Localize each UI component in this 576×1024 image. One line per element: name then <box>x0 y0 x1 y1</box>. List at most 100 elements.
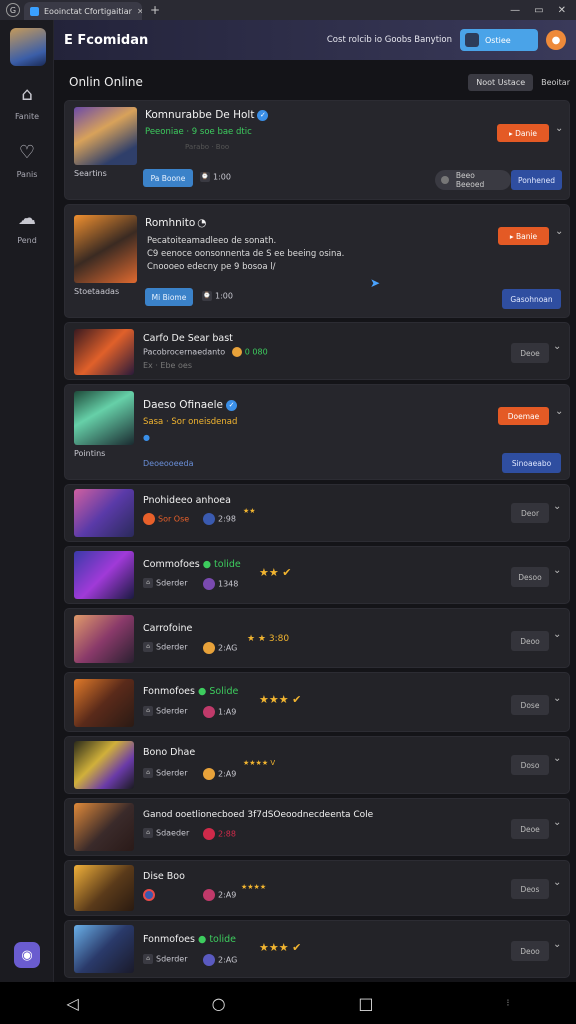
browser-menu-icon[interactable]: G <box>6 3 20 17</box>
status-badge[interactable]: Dose <box>511 695 549 715</box>
left-text: Sderder <box>156 768 188 778</box>
browser-tab[interactable]: Eooinctat Cfortigaitiar ✕ <box>24 2 142 20</box>
list-item[interactable]: Fonmofoes ● tolide ⌂ Sderder 2:AG ★★★ ✔ D… <box>64 920 570 978</box>
chevron-down-icon[interactable]: ⌄ <box>553 817 561 828</box>
join-button[interactable]: Doemae <box>498 407 549 425</box>
lock-icon: ⌂ <box>143 828 153 838</box>
chevron-down-icon[interactable]: ⌄ <box>553 753 561 764</box>
user-icon <box>143 889 155 901</box>
details-button[interactable]: Ponhened <box>511 170 562 190</box>
home-icon: ⌂ <box>21 84 33 105</box>
right-text: 2:88 <box>218 829 236 839</box>
status-badge[interactable]: Deoo <box>511 941 549 961</box>
details-button[interactable]: Gasohnoan <box>502 289 561 309</box>
tab-favicon-icon <box>30 6 39 16</box>
minimize-button[interactable]: — <box>510 5 520 16</box>
list-item[interactable]: Bono Dhae ⌂ Sderder 2:A9 ★★★★ V Doso ⌄ <box>64 736 570 794</box>
list-item[interactable]: Dise Boo 2:A9 ★★★★ Deos ⌄ <box>64 860 570 916</box>
join-button[interactable]: ▸ Danie <box>497 124 549 142</box>
rating-stars: ★★ <box>243 507 256 515</box>
android-nav-bar: ◁ ○ □ ⁝ <box>0 982 576 1024</box>
card-title: Fonmofoes ● tolide <box>143 934 236 945</box>
card-title: Carfo De Sear bast <box>143 333 233 344</box>
game-thumbnail <box>74 329 134 375</box>
status-badge[interactable]: Deoe <box>511 343 549 363</box>
featured-card[interactable]: Komnurabbe De Holt ✓ Peeoniae · 9 soe bae… <box>64 100 570 200</box>
chevron-down-icon[interactable]: ⌄ <box>553 341 561 352</box>
sidebar-item-favorites[interactable]: ♡ Panis <box>0 142 54 179</box>
coin-icon <box>203 768 215 780</box>
game-thumbnail <box>74 615 134 663</box>
list-item[interactable]: Fonmofoes ● Solide ⌂ Sderder 1:A9 ★★★ ✔ D… <box>64 672 570 732</box>
chevron-down-icon[interactable]: ⌄ <box>555 406 563 417</box>
card-title-text: Romhnito <box>145 217 196 229</box>
play-button[interactable]: Pa Boone <box>143 169 193 187</box>
list-item[interactable]: Ganod ooetlionecboed 3f7dSOeoodnecdeenta… <box>64 798 570 856</box>
chevron-down-icon[interactable]: ⌄ <box>553 877 561 888</box>
chevron-down-icon[interactable]: ⌄ <box>553 939 561 950</box>
right-text: 1348 <box>218 579 239 589</box>
featured-card[interactable]: Daeso Ofinaele ✓ Sasa · Sor oneisdenad ● … <box>64 384 570 480</box>
card-link[interactable]: Deoeooeeda <box>143 459 194 468</box>
chevron-down-icon[interactable]: ⌄ <box>553 501 561 512</box>
recents-button[interactable]: □ <box>358 994 373 1013</box>
list-item[interactable]: Pnohideeo anhoea Sor Ose 2:98 ★★ Deor ⌄ <box>64 484 570 542</box>
home-button[interactable]: ○ <box>212 994 226 1013</box>
row-meta: ⌂ Sderder <box>143 954 188 964</box>
chevron-down-icon[interactable]: ⌄ <box>553 629 561 640</box>
lock-icon: ⌂ <box>143 768 153 778</box>
restore-button[interactable]: ▭ <box>534 5 543 16</box>
card-title: Romhnito ◔ <box>145 217 206 229</box>
bell-icon[interactable]: ● <box>546 30 566 50</box>
chevron-down-icon[interactable]: ⌄ <box>555 123 563 134</box>
status-badge[interactable]: Doso <box>511 755 549 775</box>
toggle-pill[interactable]: Beeo Beeoed <box>435 170 511 190</box>
right-text: 2:A9 <box>218 769 237 779</box>
chevron-down-icon[interactable]: ⌄ <box>553 693 561 704</box>
status-badge[interactable]: Deor <box>511 503 549 523</box>
chat-icon: ☁ <box>18 208 36 229</box>
new-tab-button[interactable]: + <box>150 3 160 17</box>
list-item[interactable]: Commofoes ● tolide ⌂ Sderder 1348 ★★ ✔ De… <box>64 546 570 604</box>
app-logo[interactable]: E Fcomidan <box>64 33 148 48</box>
card-title-text: Komnurabbe De Holt <box>145 109 255 121</box>
subtitle-text: Sasa · Sor oneisdenad <box>143 417 238 427</box>
meta-text: 1:00 <box>213 172 231 182</box>
toggle-icon <box>441 176 449 184</box>
card-subtitle: Peeoniae · 9 soe bae dtic <box>145 127 252 137</box>
tab-close-icon[interactable]: ✕ <box>137 7 142 16</box>
card-title-text: Daeso Ofinaele <box>143 399 224 411</box>
status-badge[interactable]: Deos <box>511 879 549 899</box>
status-badge[interactable]: Deoo <box>511 631 549 651</box>
row-meta-2: 2:AG <box>203 954 237 966</box>
filter-other[interactable]: Beoitar <box>541 78 570 87</box>
chevron-down-icon[interactable]: ⌄ <box>555 226 563 237</box>
right-text: 2:98 <box>218 514 236 524</box>
card-side-label: Pointins <box>74 449 106 458</box>
accessibility-icon[interactable]: ⁝ <box>506 998 509 1009</box>
chevron-down-icon[interactable]: ⌄ <box>553 565 561 576</box>
play-button[interactable]: Mi Biome <box>145 288 193 306</box>
join-button[interactable]: ▸ Banie <box>498 227 549 245</box>
avatar[interactable] <box>10 28 46 66</box>
list-item[interactable]: Carfo De Sear bast Pacobrocernaedanto 0 … <box>64 322 570 380</box>
sidebar-item-chat[interactable]: ☁ Pend <box>0 208 54 245</box>
featured-card[interactable]: Romhnito ◔ Pecatoiteamadleeo de sonath. C… <box>64 204 570 318</box>
row-meta <box>143 889 158 901</box>
row-meta: ⌂ Sderder <box>143 706 188 716</box>
right-text: 1:A9 <box>218 707 237 717</box>
back-button[interactable]: ◁ <box>66 994 78 1013</box>
header-note: Cost rolcib io Goobs Banytion <box>326 35 452 45</box>
close-window-button[interactable]: ✕ <box>558 5 566 16</box>
card-meta: ⌚ 1:00 <box>200 172 231 182</box>
toggle-label: Beeo Beeoed <box>455 171 485 189</box>
discord-icon[interactable]: ◉ <box>14 942 40 968</box>
details-button[interactable]: Sinoaeabo <box>502 453 561 473</box>
status-badge[interactable]: Deoe <box>511 819 549 839</box>
user-icon <box>203 954 215 966</box>
header-cta-button[interactable]: Ostiee <box>460 29 538 51</box>
list-item[interactable]: Carrofoine ⌂ Sderder 2:AG ★ ★ 3:80 Deoo ⌄ <box>64 608 570 668</box>
filter-toggle-active[interactable]: Noot Ustace <box>468 73 534 91</box>
status-badge[interactable]: Desoo <box>511 567 549 587</box>
sidebar-item-home[interactable]: ⌂ Fanite <box>0 84 54 121</box>
